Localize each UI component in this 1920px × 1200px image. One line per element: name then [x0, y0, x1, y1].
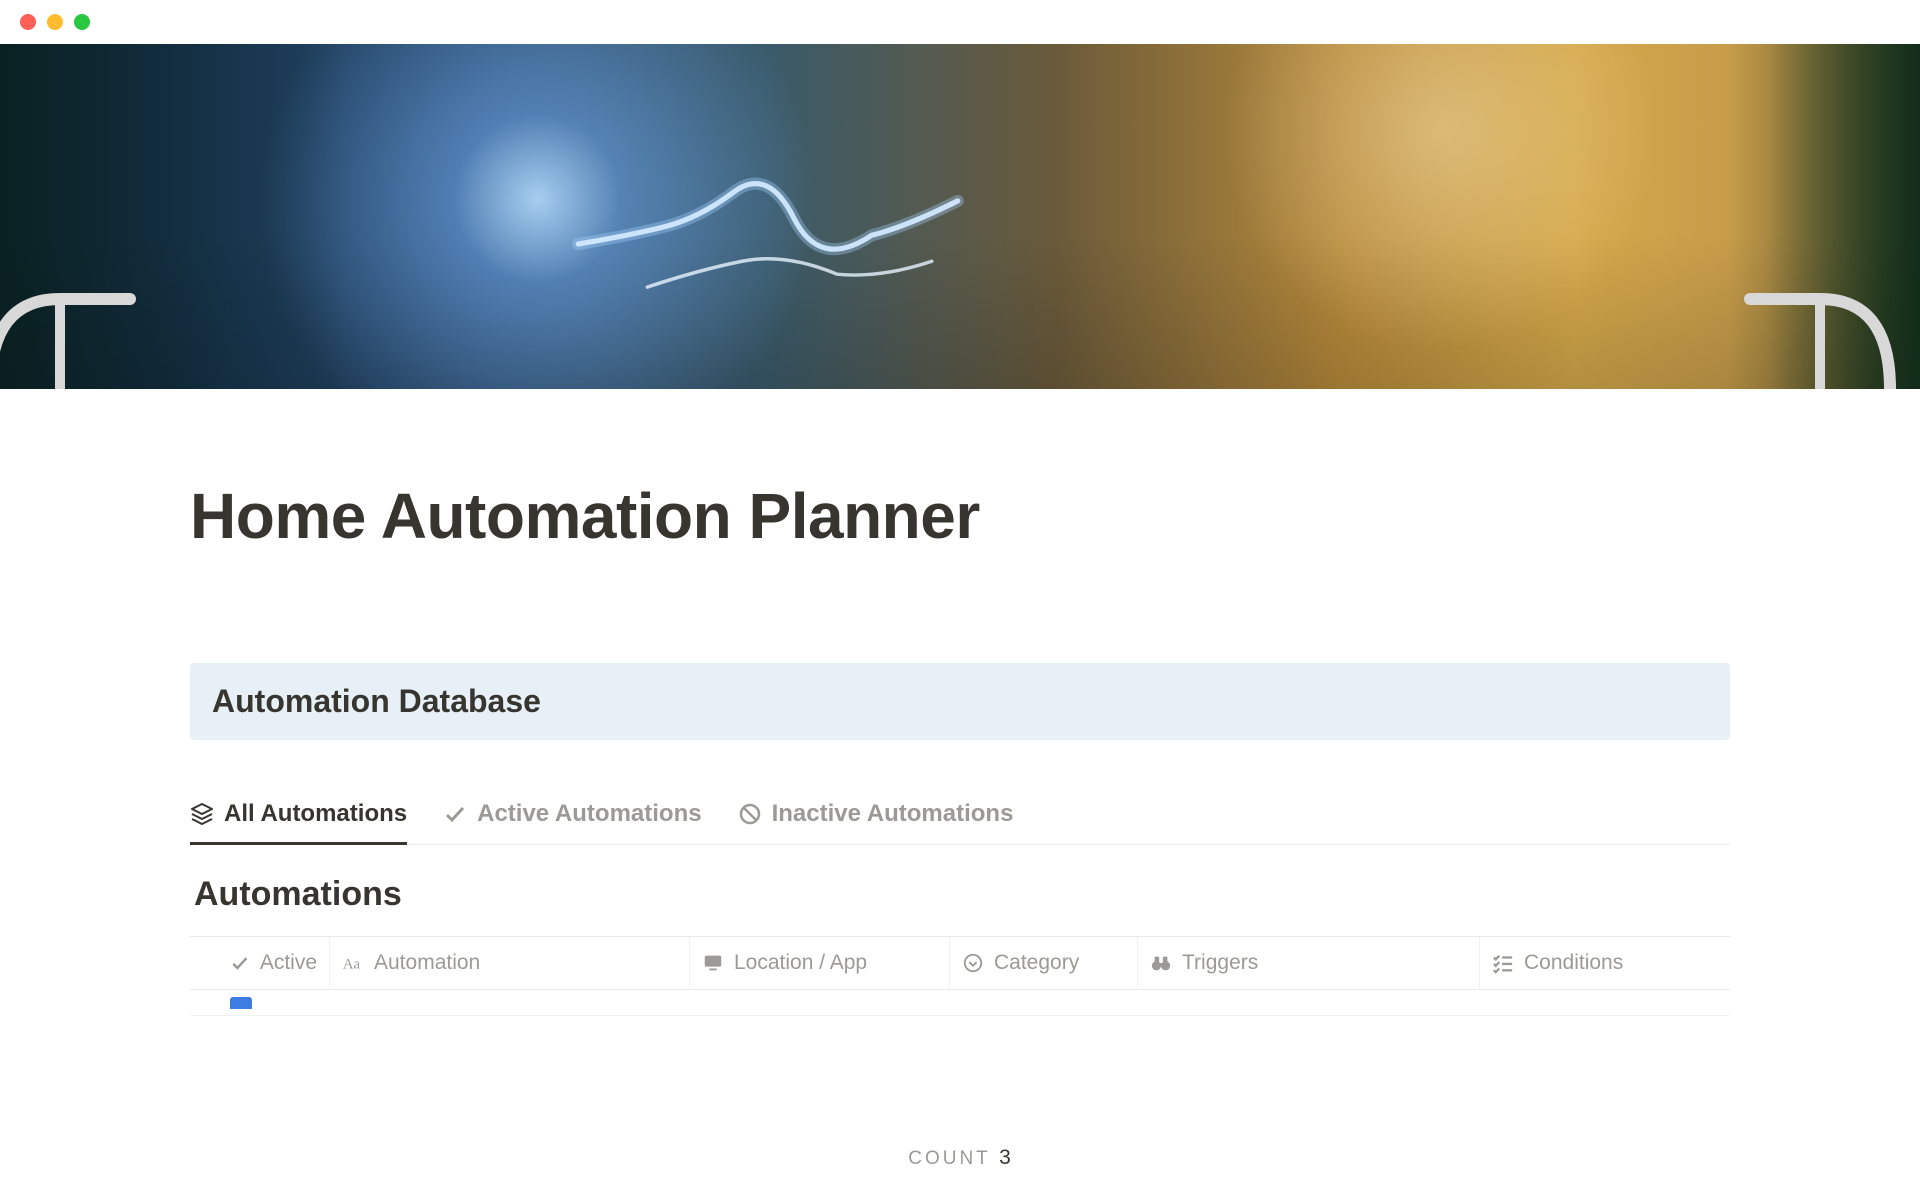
database-view-tabs: All Automations Active Automations Inact… [190, 790, 1730, 845]
table-row[interactable] [190, 990, 1730, 1016]
callout-block[interactable]: Automation Database [190, 663, 1730, 740]
column-label: Conditions [1524, 951, 1623, 975]
column-header-location[interactable]: Location / App [690, 937, 950, 989]
check-icon [230, 952, 250, 974]
column-header-automation[interactable]: Aa Automation [330, 937, 690, 989]
column-label: Location / App [734, 951, 867, 975]
active-checkbox[interactable] [230, 997, 252, 1009]
binoculars-icon [1150, 952, 1172, 974]
database-title[interactable]: Automations [194, 875, 1730, 914]
count-value: 3 [999, 1146, 1012, 1169]
column-label: Triggers [1182, 951, 1258, 975]
column-label: Active [260, 951, 317, 975]
column-label: Automation [374, 951, 480, 975]
window-chrome [0, 0, 1920, 44]
window-close-button[interactable] [20, 14, 36, 30]
select-icon [962, 952, 984, 974]
column-header-triggers[interactable]: Triggers [1138, 937, 1480, 989]
tab-label: All Automations [224, 800, 407, 828]
cover-decoration [1740, 269, 1900, 389]
monitor-icon [702, 952, 724, 974]
column-header-category[interactable]: Category [950, 937, 1138, 989]
table-footer-count[interactable]: COUNT 3 [0, 1146, 1920, 1170]
svg-text:Aa: Aa [343, 957, 361, 973]
page-title[interactable]: Home Automation Planner [190, 479, 1730, 553]
stack-icon [190, 802, 214, 826]
table-header-row: Active Aa Automation Location / App Cate… [190, 936, 1730, 990]
tab-all-automations[interactable]: All Automations [190, 790, 407, 845]
check-icon [443, 802, 467, 826]
ban-icon [738, 802, 762, 826]
checklist-icon [1492, 952, 1514, 974]
tab-active-automations[interactable]: Active Automations [443, 790, 701, 845]
page-cover-image[interactable] [0, 44, 1920, 389]
column-header-conditions[interactable]: Conditions [1480, 937, 1730, 989]
tab-label: Inactive Automations [772, 800, 1014, 828]
column-label: Category [994, 951, 1079, 975]
column-header-active[interactable]: Active [190, 937, 330, 989]
count-label: COUNT [908, 1148, 991, 1169]
cover-decoration [0, 269, 140, 389]
cover-light-trail [384, 175, 1152, 279]
tab-inactive-automations[interactable]: Inactive Automations [738, 790, 1014, 845]
title-icon: Aa [342, 952, 364, 974]
callout-title: Automation Database [212, 683, 1708, 720]
window-minimize-button[interactable] [47, 14, 63, 30]
tab-label: Active Automations [477, 800, 701, 828]
window-maximize-button[interactable] [74, 14, 90, 30]
